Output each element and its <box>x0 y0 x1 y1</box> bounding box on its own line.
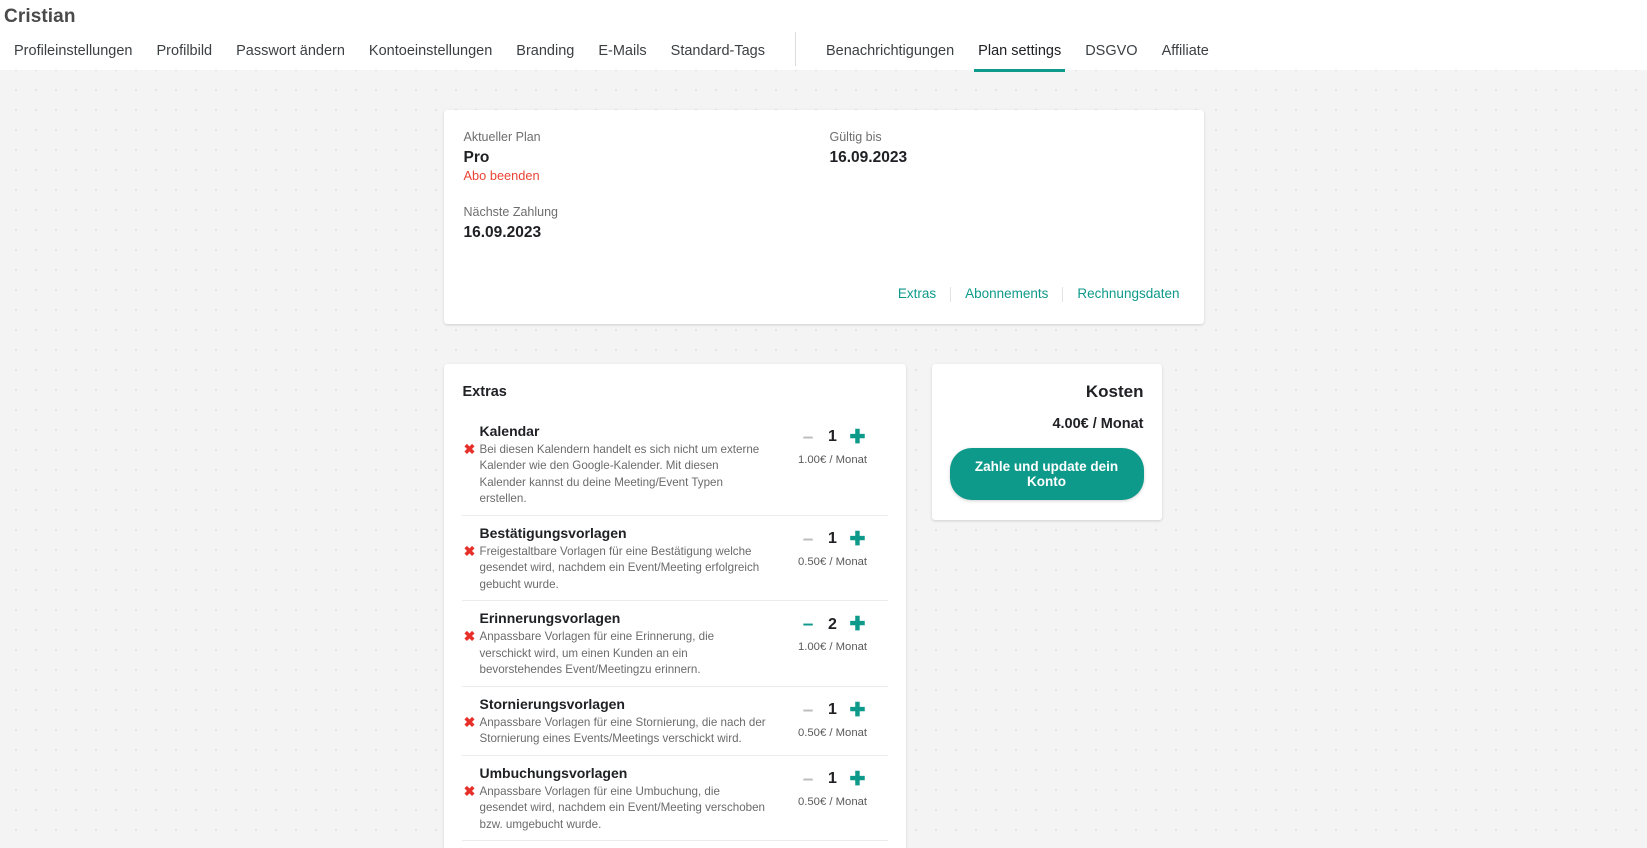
plus-icon[interactable]: ✚ <box>850 428 866 447</box>
extra-name: Kalendar <box>479 422 540 439</box>
extra-text-block: Stornierungsvorlagen Anpassbare Vorlagen … <box>478 695 778 748</box>
content-column: Aktueller Plan Pro Abo beenden Nächste Z… <box>443 70 1204 848</box>
quantity-stepper: –1 ✚ <box>778 701 888 720</box>
tab-affiliate[interactable]: Affiliate <box>1150 43 1221 73</box>
tab-passwort-ndern[interactable]: Passwort ändern <box>224 43 357 73</box>
quantity-stepper: –1 ✚ <box>778 428 888 447</box>
tab-profilbild[interactable]: Profilbild <box>145 43 225 73</box>
pay-and-update-button[interactable]: Zahle und update dein Konto <box>949 447 1144 500</box>
extra-description: Anpassbare Vorlagen für eine Umbuchung, … <box>479 784 766 831</box>
extra-quantity-block: –1 ✚ 0.50€ / Monat <box>778 695 888 739</box>
quantity-value: 1 <box>828 701 837 719</box>
tab-plan-settings[interactable]: Plan settings <box>966 43 1073 73</box>
page-background: Aktueller Plan Pro Abo beenden Nächste Z… <box>0 70 1647 848</box>
extra-row: ✖ Erinnerungsvorlagen Anpassbare Vorlagen … <box>461 600 888 686</box>
next-payment-block: Nächste Zahlung 16.09.2023 <box>464 205 830 242</box>
extra-name: Bestätigungsvorlagen <box>479 524 627 541</box>
remove-extra-x-icon[interactable]: ✖ <box>462 422 478 456</box>
tab-group-separator <box>794 32 796 66</box>
extras-card: Extras ✖ Kalendar Bei diesen Kalendern han… <box>443 363 906 848</box>
top-bar: Cristian Profileinstellungen Profilbild Pa… <box>0 0 1647 72</box>
extra-price: 0.50€ / Monat <box>797 726 868 739</box>
quantity-value: 1 <box>828 530 837 548</box>
current-plan-label: Aktueller Plan <box>463 130 541 144</box>
plan-link-rechnungsdaten[interactable]: Rechnungsdaten <box>1062 286 1180 302</box>
next-payment-value: 16.09.2023 <box>463 224 542 242</box>
extra-name: Stornierungsvorlagen <box>479 695 625 712</box>
extra-row: ✖ Umbuchungsvorlagen Anpassbare Vorlagen f… <box>461 754 888 841</box>
valid-until-value: 16.09.2023 <box>829 149 908 166</box>
minus-icon[interactable]: – <box>801 615 816 634</box>
plan-right-column: Gültig bis 16.09.2023 <box>830 130 1180 243</box>
plan-left-column: Aktueller Plan Pro Abo beenden Nächste Z… <box>464 130 830 243</box>
valid-until-label: Gültig bis <box>829 130 882 144</box>
extra-row: ✖ Kalendar Bei diesen Kalendern handelt es… <box>462 414 888 515</box>
extra-quantity-block: –1 ✚ 0.50€ / Monat <box>778 524 888 568</box>
quantity-value: 1 <box>828 428 837 446</box>
extra-row: ✖ Bestätigungsvorlagen Freigestaltbare Vor… <box>461 514 888 601</box>
plus-icon[interactable]: ✚ <box>850 701 866 720</box>
extra-price: 0.50€ / Monat <box>797 555 868 568</box>
cancel-subscription-link[interactable]: Abo beenden <box>464 168 540 183</box>
extra-text-block: Umbuchungsvorlagen Anpassbare Vorlagen fü… <box>478 764 778 834</box>
tab-benachrichtigungen[interactable]: Benachrichtigungen <box>814 43 966 73</box>
extra-price: 0.50€ / Monat <box>797 795 868 808</box>
extra-text-block: Bestätigungsvorlagen Freigestaltbare Vorl… <box>478 524 778 594</box>
kosten-title: Kosten <box>1085 381 1144 401</box>
extra-description: Anpassbare Vorlagen für eine Erinnerung,… <box>479 630 715 677</box>
quantity-value: 2 <box>828 615 837 633</box>
plus-icon[interactable]: ✚ <box>850 530 866 549</box>
tab-branding[interactable]: Branding <box>504 43 586 73</box>
quantity-stepper: –2 ✚ <box>778 615 888 634</box>
extra-price: 1.00€ / Monat <box>797 453 868 466</box>
kosten-amount: 4.00€ / Monat <box>1052 415 1144 432</box>
extra-description: Bei diesen Kalendern handelt es sich nic… <box>479 442 760 506</box>
extra-quantity-block: –1 ✚ 1.00€ / Monat <box>778 422 888 466</box>
extra-description: Freigestaltbare Vorlagen für eine Bestät… <box>479 544 760 591</box>
plus-icon[interactable]: ✚ <box>850 615 866 634</box>
extra-name: Umbuchungsvorlagen <box>479 764 628 781</box>
minus-icon[interactable]: – <box>801 770 816 789</box>
remove-extra-x-icon[interactable]: ✖ <box>462 524 478 558</box>
plan-link-abonnements[interactable]: Abonnements <box>950 286 1062 302</box>
tab-dsgvo[interactable]: DSGVO <box>1073 43 1149 73</box>
quantity-stepper: –1 ✚ <box>778 530 888 549</box>
extra-text-block: Erinnerungsvorlagen Anpassbare Vorlagen f… <box>478 609 778 679</box>
extra-quantity-block: –1 ✚ 0.50€ / Monat <box>778 764 888 808</box>
minus-icon[interactable]: – <box>801 428 816 447</box>
tab-e-mails[interactable]: E-Mails <box>586 43 658 73</box>
plan-summary-card: Aktueller Plan Pro Abo beenden Nächste Z… <box>443 110 1204 324</box>
current-plan-value: Pro <box>463 149 490 166</box>
quantity-value: 1 <box>828 770 837 788</box>
minus-icon[interactable]: – <box>801 701 816 720</box>
extra-quantity-block: –2 ✚ 1.00€ / Monat <box>778 609 888 653</box>
minus-icon[interactable]: – <box>801 530 816 549</box>
lower-section: Extras ✖ Kalendar Bei diesen Kalendern han… <box>443 363 1204 848</box>
remove-extra-x-icon[interactable]: ✖ <box>462 609 478 643</box>
extra-name: Erinnerungsvorlagen <box>479 610 621 627</box>
quantity-stepper: –1 ✚ <box>778 770 888 789</box>
extra-price: 1.00€ / Monat <box>797 641 868 654</box>
plus-icon[interactable]: ✚ <box>850 770 866 789</box>
tab-profileinstellungen[interactable]: Profileinstellungen <box>2 43 145 73</box>
plan-card-links: Extras Abonnements Rechnungsdaten <box>464 286 1180 302</box>
extras-card-title: Extras <box>462 383 507 400</box>
account-name: Cristian <box>4 6 76 27</box>
remove-extra-x-icon[interactable]: ✖ <box>462 695 478 729</box>
tab-kontoeinstellungen[interactable]: Kontoeinstellungen <box>357 43 504 73</box>
extra-text-block: Kalendar Bei diesen Kalendern handelt es … <box>478 422 778 508</box>
extra-row: ✖Follow-Up VorlagenAnpassbare Vorlagen f… <box>461 840 888 848</box>
remove-extra-x-icon[interactable]: ✖ <box>462 764 478 798</box>
next-payment-label: Nächste Zahlung <box>463 205 559 220</box>
settings-tab-bar: Profileinstellungen Profilbild Passwort än… <box>0 28 1647 72</box>
tab-standard-tags[interactable]: Standard-Tags <box>659 43 777 73</box>
plan-link-extras[interactable]: Extras <box>884 286 950 302</box>
kosten-card: Kosten 4.00€ / Monat Zahle und update de… <box>931 363 1162 520</box>
extra-row: ✖ Stornierungsvorlagen Anpassbare Vorlagen… <box>461 685 888 755</box>
extra-description: Anpassbare Vorlagen für eine Stornierung… <box>479 715 766 746</box>
extras-list: ✖ Kalendar Bei diesen Kalendern handelt es… <box>461 414 888 848</box>
